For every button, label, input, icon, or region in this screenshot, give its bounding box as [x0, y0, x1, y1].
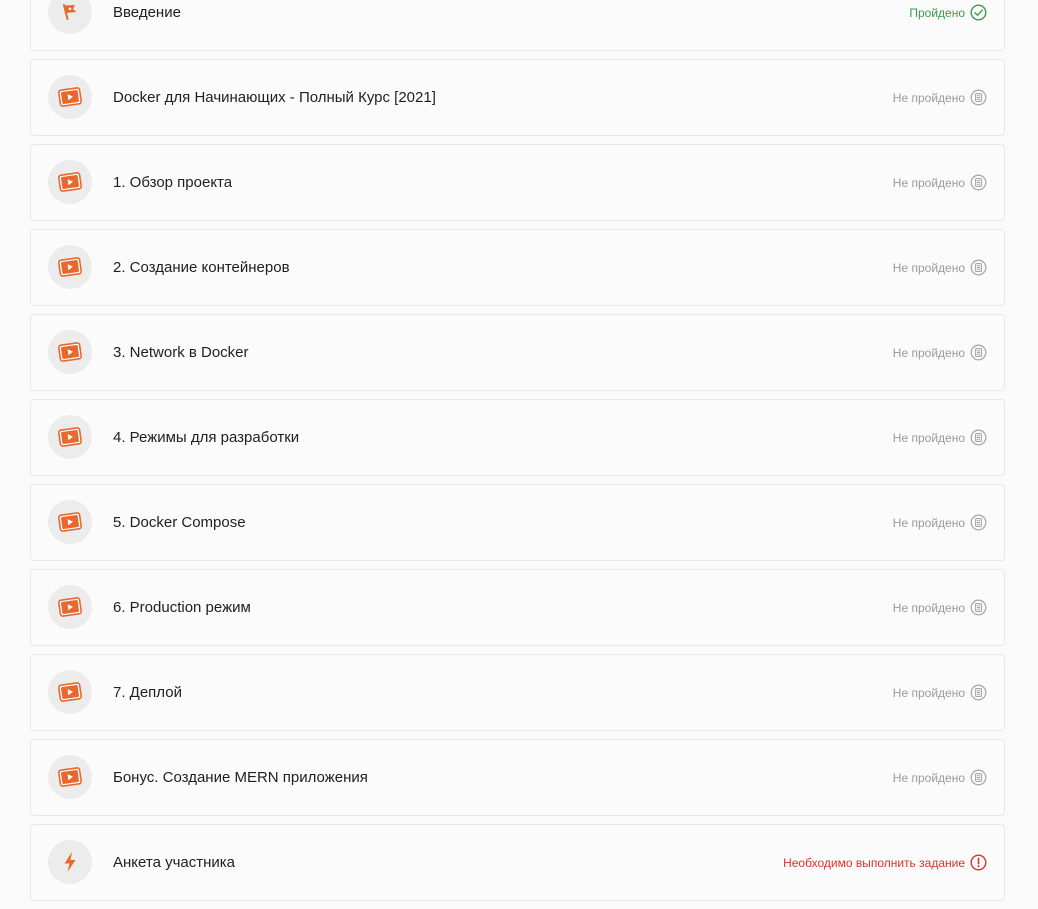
lesson-title: Бонус. Создание MERN приложения [113, 769, 368, 786]
flag-icon [48, 0, 92, 34]
lesson-list: Введение Пройдено Docker для Начинающих - … [30, 0, 1005, 909]
video-icon [48, 75, 92, 119]
lesson-title: Введение [113, 4, 181, 21]
lesson-title: 3. Network в Docker [113, 344, 249, 361]
document-icon [970, 599, 987, 616]
document-icon [970, 89, 987, 106]
video-icon [48, 330, 92, 374]
lesson-status: Необходимо выполнить задание [783, 825, 987, 900]
lesson-status-label: Не пройдено [892, 260, 965, 275]
lesson-status: Не пройдено [893, 570, 987, 645]
document-icon [970, 344, 987, 361]
lesson-title: 1. Обзор проекта [113, 174, 233, 191]
lesson-status-label: Не пройдено [892, 175, 965, 190]
lesson-item[interactable]: Анкета участника Необходимо выполнить зад… [30, 824, 1005, 901]
video-icon [48, 245, 92, 289]
lesson-status: Не пройдено [893, 145, 987, 220]
video-icon [48, 585, 92, 629]
video-icon [48, 500, 92, 544]
lesson-status-label: Не пройдено [892, 600, 965, 615]
lesson-status-label: Пройдено [909, 5, 965, 20]
check-circle-icon [970, 4, 987, 21]
lesson-status-label: Не пройдено [892, 90, 965, 105]
lesson-status-label: Не пройдено [892, 770, 965, 785]
lesson-item[interactable]: 7. Деплой Не пройдено [30, 654, 1005, 731]
lesson-title: 6. Production режим [113, 599, 251, 616]
alert-circle-icon [970, 854, 987, 871]
lesson-item[interactable]: Бонус. Создание MERN приложения Не пройде… [30, 739, 1005, 816]
lesson-item[interactable]: 6. Production режим Не пройдено [30, 569, 1005, 646]
lesson-item[interactable]: 2. Создание контейнеров Не пройдено [30, 229, 1005, 306]
lightning-icon [48, 840, 92, 884]
video-icon [48, 415, 92, 459]
document-icon [970, 174, 987, 191]
lesson-status: Не пройдено [893, 60, 987, 135]
lesson-item[interactable]: Docker для Начинающих - Полный Курс [202… [30, 59, 1005, 136]
lesson-status: Не пройдено [893, 400, 987, 475]
lesson-status: Не пройдено [893, 315, 987, 390]
document-icon [970, 259, 987, 276]
lesson-item[interactable]: 4. Режимы для разработки Не пройдено [30, 399, 1005, 476]
lesson-item[interactable]: 1. Обзор проекта Не пройдено [30, 144, 1005, 221]
lesson-status: Пройдено [909, 0, 987, 50]
lesson-title: 7. Деплой [113, 684, 182, 701]
document-icon [970, 514, 987, 531]
lesson-status-label: Не пройдено [892, 430, 965, 445]
video-icon [48, 160, 92, 204]
lesson-item[interactable]: 5. Docker Compose Не пройдено [30, 484, 1005, 561]
document-icon [970, 769, 987, 786]
lesson-item[interactable]: Введение Пройдено [30, 0, 1005, 51]
document-icon [970, 684, 987, 701]
video-icon [48, 670, 92, 714]
lesson-status: Не пройдено [893, 230, 987, 305]
lesson-title: Анкета участника [113, 854, 235, 871]
lesson-status: Не пройдено [893, 740, 987, 815]
lesson-status-label: Не пройдено [892, 345, 965, 360]
lesson-title: Docker для Начинающих - Полный Курс [202… [113, 89, 436, 106]
lesson-status: Не пройдено [893, 485, 987, 560]
lesson-title: 4. Режимы для разработки [113, 429, 300, 446]
lesson-status-label: Не пройдено [892, 515, 965, 530]
document-icon [970, 429, 987, 446]
lesson-status-label: Не пройдено [892, 685, 965, 700]
lesson-status-label: Необходимо выполнить задание [783, 855, 965, 870]
lesson-status: Не пройдено [893, 655, 987, 730]
lesson-title: 2. Создание контейнеров [113, 259, 290, 276]
lesson-item[interactable]: 3. Network в Docker Не пройдено [30, 314, 1005, 391]
video-icon [48, 755, 92, 799]
lesson-title: 5. Docker Compose [113, 514, 246, 531]
